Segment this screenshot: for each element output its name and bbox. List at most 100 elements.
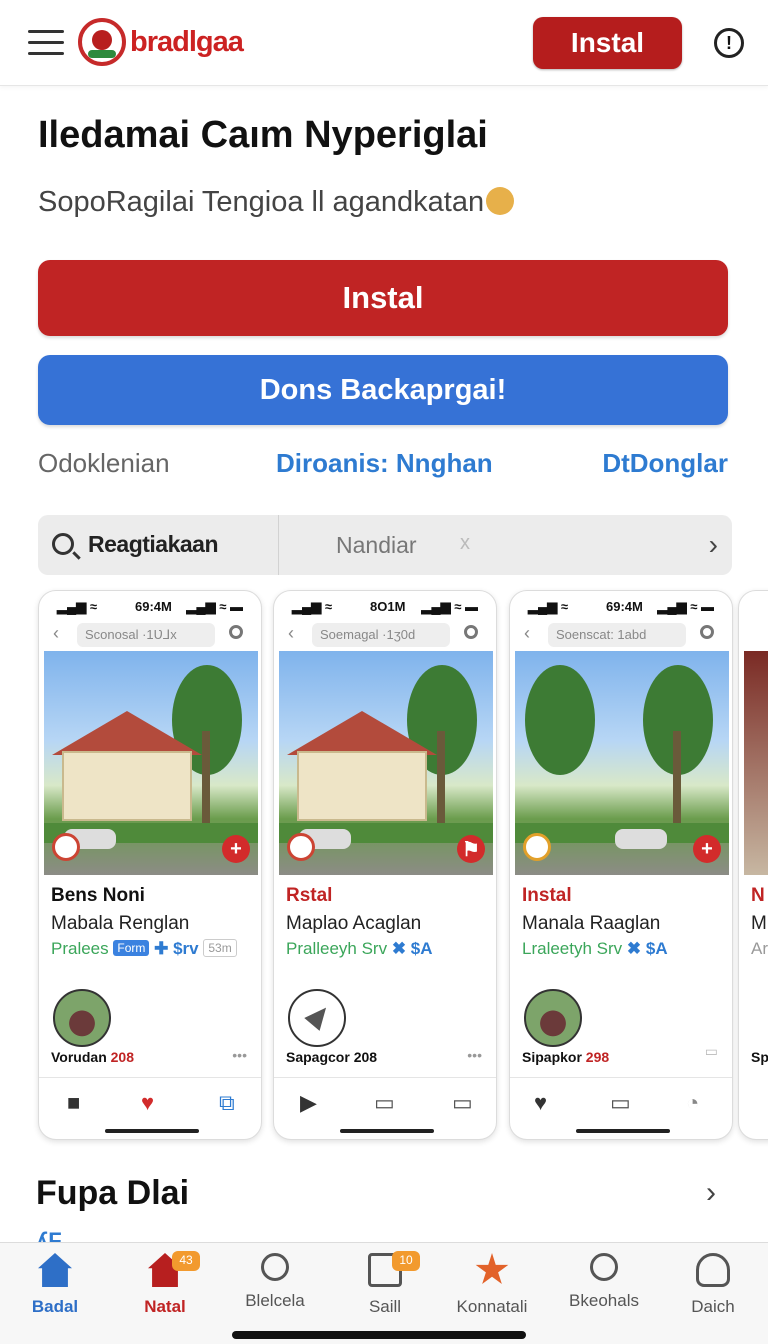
tag-chip-grey: 53m xyxy=(203,939,237,957)
screenshot-card[interactable]: ▂▄▆ ≈ 8O1M ▂▄▆ ≈ ▬ ‹ Soemagal ·1ʒ0d ⚑ Rs… xyxy=(273,590,497,1140)
search-bar[interactable]: Reagtiakaan Nandiar x › xyxy=(38,515,732,575)
avatar xyxy=(524,989,582,1047)
tab-list[interactable]: 10 Saill xyxy=(330,1251,440,1323)
status-bar: ▂▄▆ ≈ 8O1M ▂▄▆ ≈ ▬ xyxy=(274,591,496,621)
status-time: 69:4M xyxy=(135,599,172,614)
tab-profile[interactable]: Daich xyxy=(658,1253,768,1323)
card-photo xyxy=(744,651,768,875)
tab-label: Badal xyxy=(31,1297,79,1316)
card-toolbar: ♥ ▭ ◔ xyxy=(510,1077,732,1125)
reload-icon xyxy=(700,625,714,639)
link-right[interactable]: DtDonglar xyxy=(602,448,728,479)
card-tags: Lraleetyh Srv ✖ $A xyxy=(522,939,668,959)
search-input[interactable]: Nandiar xyxy=(336,532,417,559)
card-footer: Sp xyxy=(751,1049,768,1065)
card-tags: Pralleeyh Srv ✖ $A xyxy=(286,939,433,959)
tag-text: Pralleeyh Srv xyxy=(286,939,388,958)
section-title: Fupa Dlai xyxy=(36,1174,190,1212)
home-indicator xyxy=(232,1331,526,1339)
url-bar: ‹ Sconosal ·1Ʋ⅃x xyxy=(51,621,251,649)
screenshot-card-partial[interactable]: N M Ar Sp xyxy=(738,590,768,1140)
signal-icon: ▂▄▆ ≈ xyxy=(292,599,332,614)
top-bar: bradlgaa Instal ! xyxy=(0,0,768,86)
logo-badge-icon xyxy=(287,833,315,861)
search-icon xyxy=(261,1253,289,1281)
menu-icon[interactable] xyxy=(28,30,64,56)
signal-icon: ▂▄▆ ≈ xyxy=(528,599,568,614)
tab-explore[interactable]: Bkeohals xyxy=(549,1253,659,1323)
heart-icon: ♥ xyxy=(534,1090,548,1115)
logo-badge-icon xyxy=(52,833,80,861)
bookmark-icon: ▭ xyxy=(452,1090,473,1115)
share-icon: ⧉ xyxy=(219,1090,235,1115)
card-title: Instal xyxy=(522,885,572,906)
plus-icon: + xyxy=(222,835,250,863)
card-title: N xyxy=(751,885,765,906)
secondary-action-button[interactable]: Dons Backaprgai! xyxy=(38,355,728,425)
footer-number: 208 xyxy=(110,1049,134,1065)
tab-notifications[interactable]: 43 Natal xyxy=(110,1251,220,1323)
bookmark-icon: ▭ xyxy=(374,1090,395,1115)
info-icon[interactable]: ! xyxy=(714,28,744,58)
card-toolbar: ▶ ▭ ▭ xyxy=(274,1077,496,1125)
status-bar: ▂▄▆ ≈ 69:4M ▂▄▆ ≈ ▬ xyxy=(39,591,261,621)
tab-home[interactable]: Badal xyxy=(0,1253,110,1323)
brand-name: bradlgaa xyxy=(130,26,244,58)
search-divider xyxy=(278,515,279,575)
back-icon: ‹ xyxy=(288,623,294,643)
status-time: 69:4M xyxy=(606,599,643,614)
chevron-right-icon[interactable]: › xyxy=(709,529,718,561)
search-icon xyxy=(590,1253,618,1281)
link-middle[interactable]: Diroanis: Nnghan xyxy=(276,448,493,479)
tab-label: Natal xyxy=(144,1297,186,1316)
play-icon: ▶ xyxy=(300,1090,317,1115)
clear-icon[interactable]: x xyxy=(460,532,470,555)
tab-label: Daich xyxy=(691,1297,735,1316)
search-term[interactable]: Reagtiakaan xyxy=(88,531,219,558)
search-icon xyxy=(52,533,74,555)
logo-badge-icon xyxy=(523,833,551,861)
status-time: 8O1M xyxy=(370,599,406,614)
home-icon xyxy=(38,1253,72,1287)
chevron-right-icon[interactable]: › xyxy=(706,1176,716,1210)
street-photo: + xyxy=(515,651,729,875)
header-install-button[interactable]: Instal xyxy=(533,17,682,69)
card-footer: Sapagcor 208 xyxy=(286,1049,377,1065)
bookmark-icon: ▭ xyxy=(704,1043,718,1059)
footer-number: 208 xyxy=(353,1049,378,1065)
count-badge: 43 xyxy=(172,1251,200,1271)
more-icon: ••• xyxy=(232,1047,247,1063)
reload-icon xyxy=(464,625,478,639)
brand-logo xyxy=(78,18,126,66)
flag-icon: ⚑ xyxy=(457,835,485,863)
tag-price: ✖ $A xyxy=(391,939,433,958)
url-bar: ‹ Soemagal ·1ʒ0d xyxy=(286,621,486,649)
page-title: Iledamai Caım Nyperiglai xyxy=(38,114,488,156)
bookmark-filled-icon: ■ xyxy=(67,1090,81,1115)
user-icon: ◔ xyxy=(686,1090,700,1115)
install-button[interactable]: Instal xyxy=(38,260,728,336)
tab-search[interactable]: Blelcela xyxy=(220,1253,330,1323)
card-subtitle: Maplao Acaglan xyxy=(286,913,422,934)
battery-icon: ▂▄▆ ≈ ▬ xyxy=(186,599,243,614)
link-left[interactable]: Odoklenian xyxy=(38,448,170,479)
screenshot-card[interactable]: ▂▄▆ ≈ 69:4M ▂▄▆ ≈ ▬ ‹ Sconosal ·1Ʋ⅃x + B… xyxy=(38,590,262,1140)
footer-name: Vorudan xyxy=(51,1049,107,1065)
tab-featured[interactable]: Konnatali xyxy=(437,1253,547,1323)
card-footer: Sipapkor 298 xyxy=(522,1049,609,1065)
screenshot-card[interactable]: ▂▄▆ ≈ 69:4M ▂▄▆ ≈ ▬ ‹ Soenscat: 1abd + I… xyxy=(509,590,733,1140)
card-subtitle: Manala Raaglan xyxy=(522,913,661,934)
app-screen: bradlgaa Instal ! Iledamai Caım Nyperigl… xyxy=(0,0,768,1344)
house-photo: + xyxy=(44,651,258,875)
signal-icon: ▂▄▆ ≈ xyxy=(57,599,97,614)
tab-label: Blelcela xyxy=(245,1291,305,1310)
card-tags: Praleеs Form ✚ $rv 53m xyxy=(51,939,237,959)
card-title: Bens Noni xyxy=(51,885,145,906)
more-icon: ••• xyxy=(467,1047,482,1063)
bookmark-icon: ▭ xyxy=(610,1090,631,1115)
battery-icon: ▂▄▆ ≈ ▬ xyxy=(421,599,478,614)
tag-text: Lraleetyh Srv xyxy=(522,939,623,958)
page-subtitle: SopoRagilai Tengioa ll agandkatan xyxy=(38,186,515,219)
card-title: Rstal xyxy=(286,885,333,906)
back-icon: ‹ xyxy=(53,623,59,643)
